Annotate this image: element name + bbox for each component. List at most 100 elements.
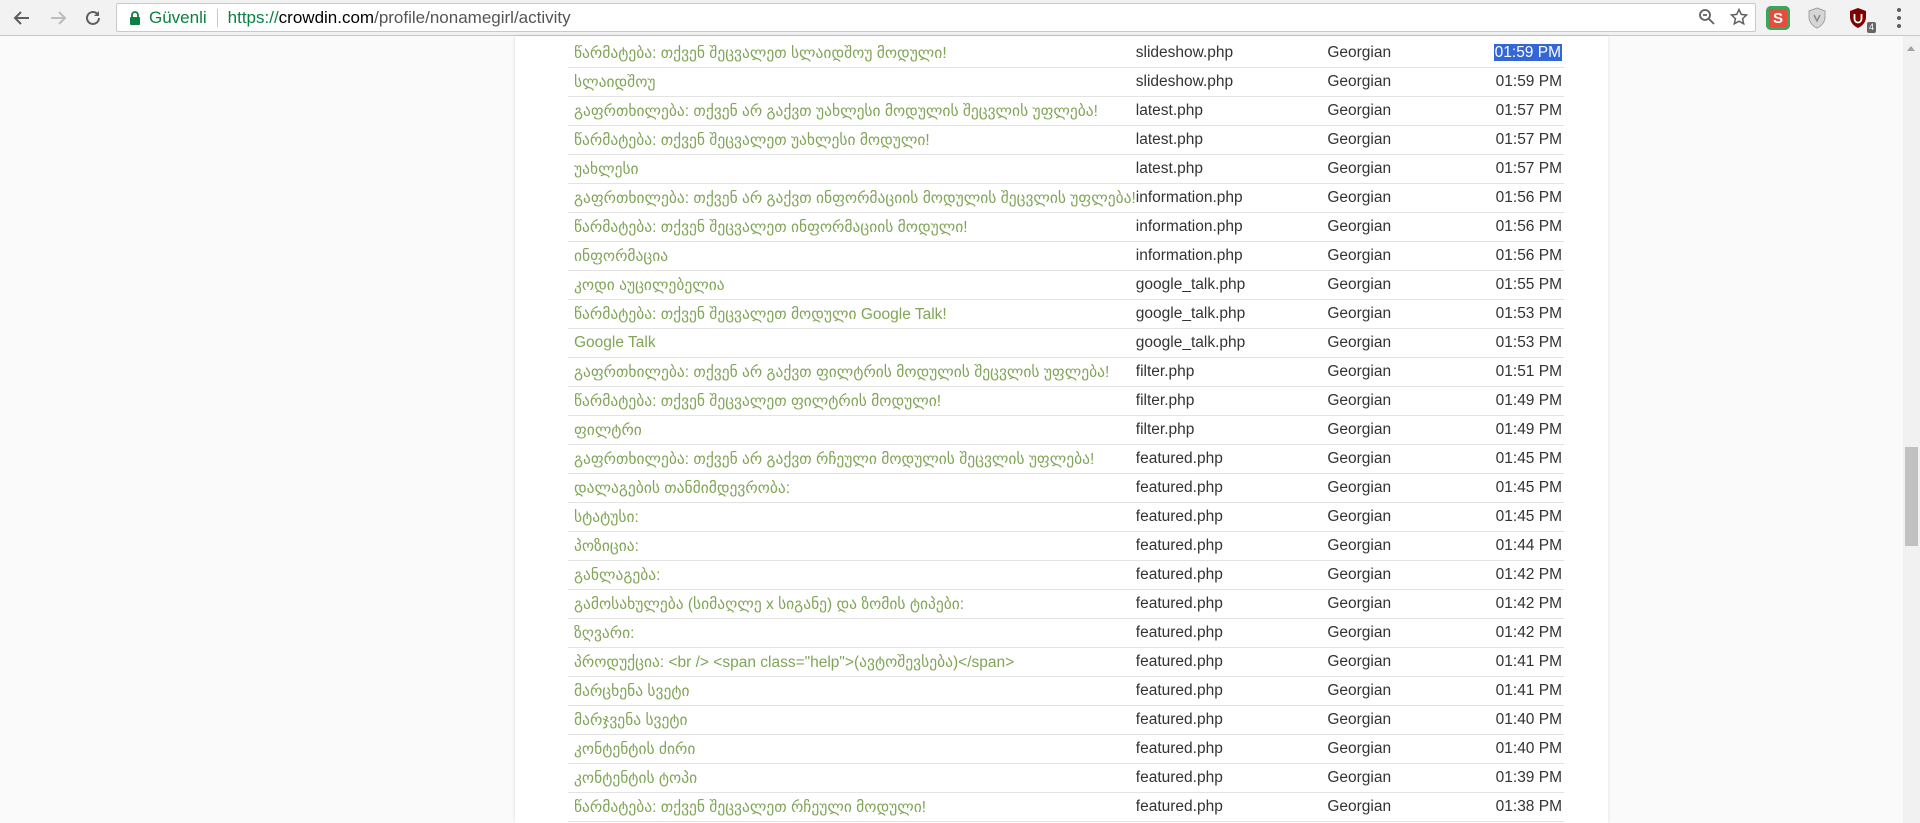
activity-string-link[interactable]: გამოსახულება (სიმაღლე x სიგანე) და ზომის… [574, 596, 964, 613]
activity-string-link[interactable]: მარჯვენა სვეტი [574, 712, 688, 729]
reload-button[interactable] [80, 5, 106, 31]
activity-time: 01:44 PM [1479, 531, 1564, 561]
activity-time-text: 01:55 PM [1495, 276, 1562, 293]
activity-string-link[interactable]: წარმატება: თქვენ შეცვალეთ რჩეული მოდული! [574, 799, 926, 816]
activity-string-link[interactable]: კოდი აუცილებელია [574, 277, 725, 294]
activity-language: Georgian [1327, 96, 1480, 126]
activity-language: Georgian [1327, 415, 1480, 445]
activity-string-link[interactable]: განლაგება: [574, 567, 660, 584]
activity-string-link[interactable]: წარმატება: თქვენ შეცვალეთ ინფორმაციის მო… [574, 219, 968, 236]
activity-time-text: 01:56 PM [1495, 189, 1562, 206]
activity-string-cell: მარჯვენა სვეტი [568, 705, 1136, 735]
activity-time-text: 01:39 PM [1495, 769, 1562, 786]
activity-row: სტატუსი: featured.php Georgian 01:45 PM [568, 502, 1564, 532]
activity-time-text: 01:42 PM [1495, 595, 1562, 612]
activity-time: 01:45 PM [1479, 502, 1564, 532]
activity-time-text: 01:45 PM [1495, 508, 1562, 525]
activity-row: წარმატება: თქვენ შეცვალეთ უახლესი მოდული… [568, 125, 1564, 155]
activity-time: 01:49 PM [1479, 415, 1564, 445]
activity-language: Georgian [1327, 183, 1480, 213]
activity-file: information.php [1135, 183, 1328, 213]
activity-string-cell: წარმატება: თქვენ შეცვალეთ რჩეული მოდული! [568, 792, 1136, 822]
activity-string-cell: გაფრთხილება: თქვენ არ გაქვთ ინფორმაციის … [568, 183, 1136, 213]
activity-string-link[interactable]: ფილტრი [574, 422, 642, 439]
activity-string-link[interactable]: წარმატება: თქვენ შეცვალეთ მოდული Google … [574, 306, 947, 323]
activity-file: featured.php [1135, 473, 1328, 503]
reload-icon [86, 10, 100, 25]
activity-language: Georgian [1327, 39, 1480, 68]
arrow-left-icon [13, 11, 29, 25]
ublock-extension-icon[interactable]: 4 [1846, 6, 1876, 33]
activity-time: 01:38 PM [1479, 792, 1564, 822]
scroll-up-arrow[interactable] [1907, 46, 1915, 51]
activity-file: featured.php [1135, 531, 1328, 561]
activity-file: featured.php [1135, 502, 1328, 532]
activity-row: ფილტრი filter.php Georgian 01:49 PM [568, 415, 1564, 445]
bookmark-star-icon[interactable] [1729, 7, 1749, 27]
scroll-thumb[interactable] [1905, 447, 1918, 546]
activity-file: featured.php [1135, 647, 1328, 677]
url-text[interactable]: https://crowdin.com/profile/nonamegirl/a… [228, 8, 571, 28]
activity-string-cell: განლაგება: [568, 560, 1136, 590]
activity-time: 01:56 PM [1479, 183, 1564, 213]
activity-time: 01:55 PM [1479, 270, 1564, 300]
zoom-icon[interactable] [1697, 7, 1717, 27]
activity-string-link[interactable]: Google Talk [574, 334, 656, 351]
activity-time-text: 01:49 PM [1495, 392, 1562, 409]
activity-string-link[interactable]: კონტენტის ძირი [574, 741, 695, 758]
lock-icon [126, 9, 144, 27]
activity-string-link[interactable]: პოზიცია: [574, 538, 639, 555]
activity-string-link[interactable]: წარმატება: თქვენ შეცვალეთ უახლესი მოდული… [574, 132, 930, 149]
activity-string-link[interactable]: დალაგების თანმიმდევრობა: [574, 480, 790, 497]
activity-string-link[interactable]: სლაიდშოუ [574, 74, 655, 91]
activity-language: Georgian [1327, 792, 1480, 822]
url-scheme: https:// [227, 7, 279, 27]
activity-language: Georgian [1327, 328, 1480, 358]
activity-string-cell: ფილტრი [568, 415, 1136, 445]
activity-string-link[interactable]: მარცხენა სვეტი [574, 683, 690, 700]
back-button[interactable] [9, 5, 35, 31]
shield-extension-icon[interactable] [1805, 6, 1829, 30]
activity-string-cell: ინფორმაცია [568, 241, 1136, 271]
activity-row: გაფრთხილება: თქვენ არ გაქვთ ფილტრის მოდუ… [568, 357, 1564, 387]
activity-file: filter.php [1135, 386, 1328, 416]
activity-string-link[interactable]: გაფრთხილება: თქვენ არ გაქვთ რჩეული მოდულ… [574, 451, 1094, 468]
browser-menu-button[interactable] [1896, 8, 1902, 28]
activity-time: 01:53 PM [1479, 299, 1564, 329]
activity-string-link[interactable]: წარმატება: თქვენ შეცვალეთ სლაიდშოუ მოდულ… [574, 45, 947, 62]
activity-string-link[interactable]: გაფრთხილება: თქვენ არ გაქვთ ფილტრის მოდუ… [574, 364, 1109, 381]
url-host: crowdin.com [278, 7, 375, 27]
activity-string-link[interactable]: კონტენტის ტოპი [574, 770, 697, 787]
activity-string-link[interactable]: სტატუსი: [574, 509, 639, 526]
extension-s-icon[interactable]: S [1766, 6, 1790, 30]
activity-string-link[interactable]: ინფორმაცია [574, 248, 668, 265]
activity-string-cell: პოზიცია: [568, 531, 1136, 561]
activity-string-link[interactable]: პროდუქცია: <br /> <span class="help">(ავ… [574, 654, 1014, 671]
address-bar[interactable]: Güvenli https://crowdin.com/profile/nona… [116, 3, 1756, 32]
activity-time: 01:39 PM [1479, 763, 1564, 793]
page-scrollbar[interactable] [1903, 36, 1920, 823]
activity-time: 01:59 PM [1479, 67, 1564, 97]
extension-badge: 4 [1866, 22, 1876, 33]
activity-string-cell: წარმატება: თქვენ შეცვალეთ ინფორმაციის მო… [568, 212, 1136, 242]
activity-language: Georgian [1327, 618, 1480, 648]
activity-language: Georgian [1327, 386, 1480, 416]
activity-file: latest.php [1135, 125, 1328, 155]
activity-time: 01:40 PM [1479, 734, 1564, 764]
activity-time-text: 01:57 PM [1495, 160, 1562, 177]
forward-button[interactable] [45, 5, 71, 31]
activity-string-link[interactable]: ზღვარი: [574, 625, 634, 642]
activity-time-text: 01:41 PM [1495, 653, 1562, 670]
activity-string-cell: უახლესი [568, 154, 1136, 184]
activity-time-text: 01:59 PM [1493, 44, 1562, 61]
activity-time-text: 01:42 PM [1495, 566, 1562, 583]
activity-language: Georgian [1327, 560, 1480, 590]
activity-row: Google Talk google_talk.php Georgian 01:53 … [568, 328, 1564, 358]
activity-string-link[interactable]: უახლესი [574, 161, 639, 178]
activity-string-link[interactable]: გაფრთხილება: თქვენ არ გაქვთ ინფორმაციის … [574, 190, 1136, 207]
activity-string-link[interactable]: გაფრთხილება: თქვენ არ გაქვთ უახლესი მოდუ… [574, 103, 1098, 120]
activity-time: 01:42 PM [1479, 560, 1564, 590]
activity-language: Georgian [1327, 212, 1480, 242]
activity-string-link[interactable]: წარმატება: თქვენ შეცვალეთ ფილტრის მოდული… [574, 393, 941, 410]
activity-time: 01:56 PM [1479, 212, 1564, 242]
